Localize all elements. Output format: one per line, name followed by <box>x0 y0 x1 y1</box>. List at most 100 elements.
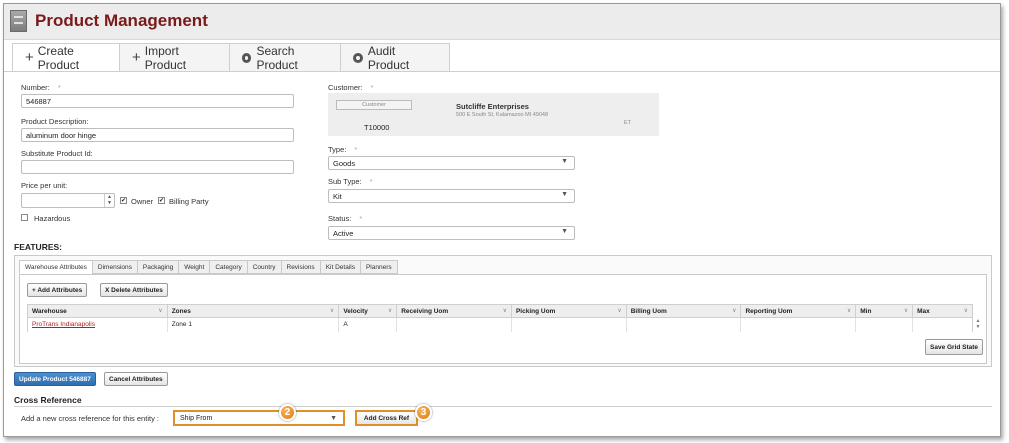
description-input[interactable]: aluminum door hinge <box>21 128 294 142</box>
number-input[interactable]: 546887 <box>21 94 294 108</box>
ftab-revisions[interactable]: Revisions <box>280 260 321 274</box>
col-picking-uom[interactable]: Picking Uom ∨ <box>512 305 627 317</box>
chevron-down-icon: ∨ <box>329 308 335 314</box>
add-attributes-button[interactable]: + Add Attributes <box>27 283 88 297</box>
ftab-packaging[interactable]: Packaging <box>136 260 180 274</box>
hazardous-label: Hazardous <box>34 214 71 223</box>
cross-reference-title: Cross Reference <box>14 395 82 405</box>
col-billing-uom[interactable]: Billing Uom ∨ <box>627 305 742 317</box>
ftab-country[interactable]: Country <box>246 260 282 274</box>
tab-content-border <box>4 71 1000 72</box>
cell-zones: Zone 1 <box>168 318 340 332</box>
cell-picking-uom <box>512 318 627 332</box>
customer-name: Sutcliffe Enterprises <box>456 102 529 111</box>
status-select[interactable]: Active ▼ <box>328 226 575 240</box>
delete-attributes-button[interactable]: X Delete Attributes <box>100 283 168 297</box>
col-reporting-uom[interactable]: Reporting Uom ∨ <box>741 305 857 317</box>
ftab-kit-details[interactable]: Kit Details <box>319 260 361 274</box>
cross-reference-select[interactable]: Ship From ▼ <box>173 410 345 426</box>
ftab-planners[interactable]: Planners <box>359 260 398 274</box>
page-title: Product Management <box>35 11 208 30</box>
owner-checkbox[interactable]: ✔ <box>120 197 127 204</box>
grid-header: Warehouse ∨ Zones ∨ Velocity ∨ Receiving Uo… <box>27 304 973 318</box>
cell-reporting-uom <box>741 318 857 332</box>
billing-party-checkbox[interactable]: ✔ <box>158 197 165 204</box>
col-zones[interactable]: Zones ∨ <box>168 305 340 317</box>
table-row[interactable]: ProTrans Indianapolis Zone 1 A <box>27 318 973 332</box>
ftab-category[interactable]: Category <box>209 260 248 274</box>
audit-circle-icon <box>353 52 363 63</box>
owner-label: Owner <box>131 197 154 206</box>
chevron-down-icon: ∨ <box>158 308 163 314</box>
cell-min <box>856 318 914 332</box>
number-label: Number: * <box>21 83 61 92</box>
tab-audit-product[interactable]: Audit Product <box>340 43 450 72</box>
ftab-weight[interactable]: Weight <box>178 260 211 274</box>
subtype-select[interactable]: Kit ▼ <box>328 189 575 203</box>
app-window: Product Management + Create Product + Im… <box>3 3 1001 437</box>
hazardous-checkbox[interactable] <box>21 214 28 221</box>
ftab-dimensions[interactable]: Dimensions <box>91 260 138 274</box>
chevron-down-icon: ∨ <box>502 308 507 314</box>
chevron-down-icon: ▼ <box>330 415 337 422</box>
col-warehouse[interactable]: Warehouse ∨ <box>28 305 168 317</box>
type-label: Type: * <box>328 145 358 154</box>
main-tabs: + Create Product + Import Product Search… <box>12 43 450 72</box>
status-label: Status: * <box>328 214 363 223</box>
chevron-down-icon: ∨ <box>732 308 737 314</box>
cancel-attributes-button[interactable]: Cancel Attributes <box>104 372 168 386</box>
customer-address: 500 E South St, Kalamazoo MI 49048 <box>456 112 549 118</box>
chevron-down-icon: ∨ <box>617 308 622 314</box>
features-tabs: Warehouse Attributes Dimensions Packagin… <box>19 260 398 274</box>
price-label: Price per unit: <box>21 181 68 190</box>
plus-icon: + <box>132 49 141 66</box>
chevron-down-icon: ▼ <box>561 158 568 165</box>
billing-party-label: Billing Party <box>169 197 209 206</box>
tab-import-product[interactable]: + Import Product <box>119 43 230 72</box>
cell-warehouse[interactable]: ProTrans Indianapolis <box>28 318 168 332</box>
customer-label: Customer: * <box>328 83 374 92</box>
substitute-label: Substitute Product Id: <box>21 149 93 158</box>
features-panel: Warehouse Attributes Dimensions Packagin… <box>14 255 992 367</box>
chevron-down-icon: ∨ <box>963 308 968 314</box>
app-header: Product Management <box>4 4 1000 40</box>
chevron-down-icon: ∨ <box>387 308 393 314</box>
col-receiving-uom[interactable]: Receiving Uom ∨ <box>397 305 512 317</box>
add-cross-ref-button[interactable]: Add Cross Ref <box>355 410 418 426</box>
chevron-down-icon: ▼ <box>561 191 568 198</box>
customer-badge: Customer <box>336 100 412 110</box>
col-velocity[interactable]: Velocity ∨ <box>339 305 398 317</box>
substitute-input[interactable] <box>21 160 294 174</box>
tab-create-product[interactable]: + Create Product <box>12 43 120 72</box>
chevron-down-icon: ▼ <box>561 228 568 235</box>
cell-billing-uom <box>627 318 742 332</box>
chevron-down-icon: ∨ <box>846 308 852 314</box>
callout-badge: 2 <box>279 404 296 421</box>
chevron-down-icon: ∨ <box>903 308 909 314</box>
app-logo-icon <box>10 10 27 32</box>
col-min[interactable]: Min ∨ <box>856 305 914 317</box>
plus-icon: + <box>25 49 34 66</box>
search-circle-icon <box>242 52 252 63</box>
update-product-button[interactable]: Update Product 546887 <box>14 372 96 386</box>
features-title: FEATURES: <box>14 242 63 252</box>
cross-reference-divider <box>14 406 992 407</box>
type-select[interactable]: Goods ▼ <box>328 156 575 170</box>
cell-velocity: A <box>339 318 398 332</box>
spinner-icon[interactable]: ▲ ▼ <box>104 194 114 207</box>
tab-search-product[interactable]: Search Product <box>229 43 341 72</box>
subtype-label: Sub Type: * <box>328 177 373 186</box>
warehouse-attributes-panel: + Add Attributes X Delete Attributes War… <box>19 274 987 364</box>
customer-id: T10000 <box>364 123 390 132</box>
cross-reference-prompt: Add a new cross reference for this entit… <box>21 414 159 423</box>
col-max[interactable]: Max ∨ <box>913 305 972 317</box>
customer-card[interactable]: Customer T10000 Sutcliffe Enterprises 50… <box>328 93 659 136</box>
customer-timezone: ET <box>624 120 632 126</box>
grid-scrollbar[interactable]: ▲ ▼ <box>973 318 983 332</box>
save-grid-state-button[interactable]: Save Grid State <box>925 339 984 355</box>
description-label: Product Description: <box>21 117 89 126</box>
cell-max <box>913 318 972 332</box>
price-input[interactable]: ▲ ▼ <box>21 193 115 208</box>
ftab-warehouse-attributes[interactable]: Warehouse Attributes <box>19 260 93 274</box>
cell-receiving-uom <box>397 318 512 332</box>
